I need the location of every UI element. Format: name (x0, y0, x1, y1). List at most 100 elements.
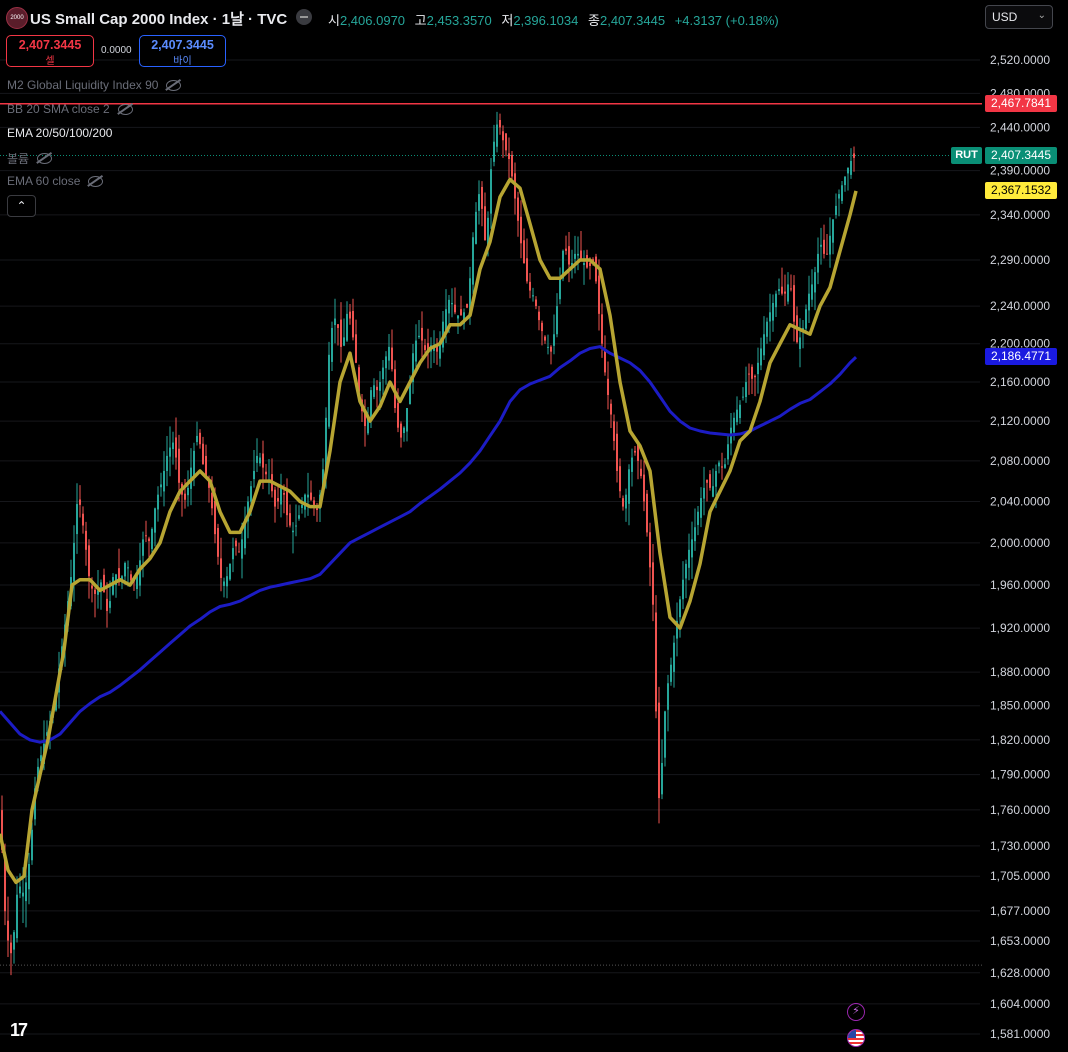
candle-body (526, 258, 528, 282)
candle-body (670, 664, 672, 682)
eye-slash-icon[interactable] (88, 175, 104, 187)
candle-body (418, 335, 420, 338)
candle-body (109, 601, 111, 608)
candle-body (262, 453, 264, 468)
candle-body (532, 295, 534, 297)
candle-body (523, 240, 525, 263)
y-tick-label: 2,040.0000 (990, 494, 1050, 508)
candle-body (793, 285, 795, 322)
candle-body (613, 421, 615, 441)
us-flag-icon[interactable] (847, 1029, 865, 1047)
price-chart[interactable]: 2,520.00002,480.00002,440.00002,390.0000… (0, 0, 1068, 1052)
candle-body (709, 474, 711, 488)
candle-body (349, 311, 351, 319)
candle-body (145, 535, 147, 537)
candle-body (838, 194, 840, 199)
buy-button[interactable]: 2,407.3445 바이 (139, 35, 226, 67)
candle-body (214, 500, 216, 535)
candle-body (142, 539, 144, 556)
tradingview-logo[interactable]: 17 (10, 1020, 28, 1041)
open-value: 2,406.0970 (339, 13, 406, 28)
currency-select[interactable]: USD ⌄ (985, 5, 1053, 29)
candle-body (148, 538, 150, 542)
candle-body (193, 450, 195, 476)
price-tag-red: 2,467.7841 (985, 95, 1057, 113)
candle-body (112, 577, 114, 595)
candle-body (688, 549, 690, 568)
candle-body (352, 310, 354, 338)
y-tick-label: 2,340.0000 (990, 208, 1050, 222)
high-label: 고 (414, 13, 427, 28)
candle-body (763, 334, 765, 356)
sell-button[interactable]: 2,407.3445 셀 (6, 35, 94, 67)
spread-value: 0.0000 (101, 45, 132, 56)
candle-body (835, 205, 837, 215)
candle-body (634, 450, 636, 453)
candle-body (616, 433, 618, 471)
y-tick-label: 1,628.0000 (990, 966, 1050, 980)
candle-body (700, 498, 702, 518)
candle-body (475, 211, 477, 244)
y-tick-label: 2,080.0000 (990, 454, 1050, 468)
candle-body (31, 829, 33, 861)
indicator-ema60[interactable]: EMA 60 close (7, 174, 104, 188)
candle-body (295, 525, 297, 527)
candle-body (715, 470, 717, 487)
indicator-bb[interactable]: BB 20 SMA close 2 (7, 102, 133, 116)
lightning-icon[interactable]: ⚡ (847, 1003, 865, 1021)
candle-body (496, 124, 498, 147)
candle-body (88, 545, 90, 577)
indicator-volume[interactable]: 볼륨 (7, 150, 53, 167)
symbol-logo: 2000 (6, 7, 28, 29)
chevron-down-icon: ⌄ (1037, 10, 1046, 21)
candle-body (334, 318, 336, 326)
candle-body (829, 235, 831, 255)
candle-body (607, 378, 609, 395)
price-tag-last: 2,407.3445 (985, 147, 1057, 165)
close-label: 종 (588, 13, 600, 28)
candle-body (16, 894, 18, 939)
candle-body (307, 494, 309, 498)
candle-body (658, 702, 660, 799)
candle-body (760, 348, 762, 366)
candle-body (610, 403, 612, 415)
indicator-ema[interactable]: EMA 20/50/100/200 (7, 126, 112, 140)
candle-body (601, 314, 603, 344)
y-tick-label: 2,390.0000 (990, 164, 1050, 178)
candle-body (232, 548, 234, 560)
candle-body (457, 315, 459, 319)
high-value: 2,453.3570 (426, 13, 492, 28)
candle-body (220, 558, 222, 578)
candle-body (736, 409, 738, 423)
collapse-legend-button[interactable]: ⌃ (7, 195, 36, 217)
candle-body (505, 133, 507, 151)
currency-value: USD (992, 10, 1018, 24)
candle-body (739, 404, 741, 419)
y-tick-label: 1,705.0000 (990, 869, 1050, 883)
eye-slash-icon[interactable] (117, 103, 133, 115)
ohlc-readout: 시2,406.0970 고2,453.3570 저2,396.1034 종2,4… (328, 10, 785, 29)
candle-body (694, 527, 696, 542)
candle-body (820, 244, 822, 247)
close-value: 2,407.3445 (599, 13, 666, 28)
candle-body (790, 288, 792, 290)
eye-slash-icon[interactable] (37, 153, 53, 164)
candle-body (775, 293, 777, 308)
hide-ohlc-icon[interactable] (296, 9, 312, 25)
candle-body (826, 253, 828, 255)
indicator-m2[interactable]: M2 Global Liquidity Index 90 (7, 78, 182, 92)
candle-body (811, 284, 813, 300)
candle-body (85, 530, 87, 550)
candle-body (547, 346, 549, 348)
eye-slash-icon[interactable] (166, 79, 182, 91)
candle-body (721, 466, 723, 468)
y-tick-label: 1,790.0000 (990, 768, 1050, 782)
candle-body (766, 321, 768, 337)
candle-body (517, 197, 519, 221)
candle-body (724, 464, 726, 468)
candle-body (331, 327, 333, 362)
y-tick-label: 2,160.0000 (990, 375, 1050, 389)
symbol-title[interactable]: US Small Cap 2000 Index · 1날 · TVC (30, 8, 287, 29)
y-tick-label: 2,290.0000 (990, 253, 1050, 267)
candle-body (169, 447, 171, 457)
